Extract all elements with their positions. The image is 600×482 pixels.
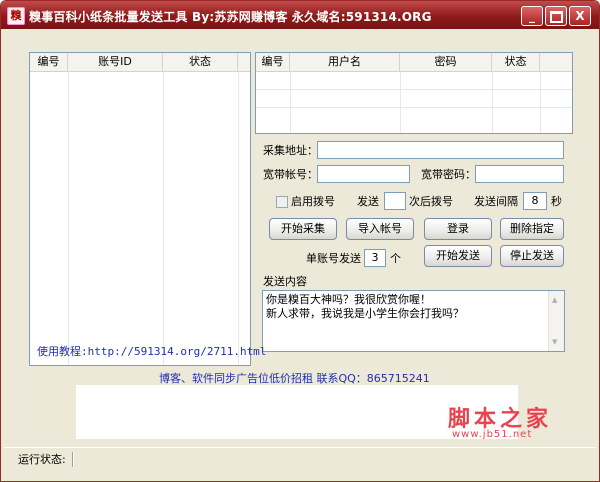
ad-promo-text: 博客、软件同步广告位低价招租 联系QQ：865715241 <box>159 372 430 385</box>
minimize-button[interactable]: _ <box>521 6 543 26</box>
account-id-list-body[interactable] <box>30 72 250 365</box>
tutorial-link[interactable]: 使用教程:http://591314.org/2711.html <box>37 343 266 359</box>
per-account-send-label: 单账号发送 <box>306 252 361 265</box>
send-interval-input[interactable]: 8 <box>523 192 547 210</box>
close-button[interactable]: X <box>569 6 591 26</box>
grid-line <box>256 107 572 108</box>
broadband-account-input[interactable] <box>317 165 410 183</box>
col-header-number[interactable]: 编号 <box>256 53 290 71</box>
send-content-label: 发送内容 <box>263 275 307 288</box>
window-title: 糗事百科小纸条批量发送工具 By:苏苏网赚博客 永久域名:591314.ORG <box>29 10 432 24</box>
grid-line <box>256 89 572 90</box>
maximize-icon <box>549 11 563 23</box>
enable-dial-checkbox[interactable] <box>276 196 288 208</box>
account-id-list-header: 编号 账号ID 状态 <box>30 53 250 72</box>
app-window: 糗 糗事百科小纸条批量发送工具 By:苏苏网赚博客 永久域名:591314.OR… <box>0 0 600 482</box>
broadband-account-label: 宽带帐号： <box>263 168 318 181</box>
scroll-up-icon[interactable]: ▲ <box>552 293 557 307</box>
send-interval-label: 发送间隔 <box>474 195 518 208</box>
col-header-filler <box>238 53 250 71</box>
user-account-list[interactable]: 编号 用户名 密码 状态 <box>255 52 573 134</box>
per-account-unit: 个 <box>390 252 401 265</box>
redial-after-label: 次后拨号 <box>409 195 453 208</box>
login-button[interactable]: 登录 <box>424 218 492 240</box>
send-content-textarea[interactable]: 你是糗百大神吗？我很欣赏你喔！ 新人求带，我说我是小学生你会打我吗？ ▲ ▼ <box>262 290 565 352</box>
grid-line <box>238 72 239 365</box>
grid-line <box>492 72 493 133</box>
per-account-send-input[interactable]: 3 <box>364 249 386 267</box>
scroll-down-icon[interactable]: ▼ <box>552 335 557 349</box>
grid-line <box>400 72 401 133</box>
grid-line <box>290 72 291 133</box>
collect-url-label: 采集地址： <box>263 144 318 157</box>
col-header-username[interactable]: 用户名 <box>290 53 400 71</box>
broadband-password-input[interactable] <box>475 165 564 183</box>
status-separator <box>72 452 74 467</box>
title-bar[interactable]: 糗 糗事百科小纸条批量发送工具 By:苏苏网赚博客 永久域名:591314.OR… <box>1 1 599 29</box>
grid-line <box>163 72 164 365</box>
col-header-number[interactable]: 编号 <box>30 53 68 71</box>
enable-dial-label[interactable]: 启用拨号 <box>291 194 335 210</box>
client-area: 编号 账号ID 状态 编号 用户名 密码 状态 采集地址： 宽带帐号： 宽带密码… <box>4 29 596 478</box>
app-logo-icon: 糗 <box>7 7 25 25</box>
broadband-password-label: 宽带密码： <box>421 168 476 181</box>
grid-line <box>68 72 69 365</box>
user-account-list-header: 编号 用户名 密码 状态 <box>256 53 572 72</box>
send-count-label: 发送 <box>357 195 379 208</box>
start-send-button[interactable]: 开始发送 <box>424 245 492 267</box>
user-account-list-body[interactable] <box>256 72 572 133</box>
col-header-account-id[interactable]: 账号ID <box>68 53 163 71</box>
col-header-status[interactable]: 状态 <box>163 53 238 71</box>
delete-selected-button[interactable]: 删除指定 <box>500 218 564 240</box>
seconds-label: 秒 <box>551 195 562 208</box>
send-content-line-2: 新人求带，我说我是小学生你会打我吗？ <box>266 307 464 320</box>
col-header-password[interactable]: 密码 <box>400 53 492 71</box>
maximize-button[interactable] <box>545 6 567 26</box>
status-bar: 运行状态: <box>4 447 596 470</box>
collect-url-input[interactable] <box>317 141 564 159</box>
stop-send-button[interactable]: 停止发送 <box>500 245 564 267</box>
import-accounts-button[interactable]: 导入帐号 <box>346 218 414 240</box>
textarea-scrollbar[interactable]: ▲ ▼ <box>548 291 564 351</box>
col-header-filler <box>540 53 572 71</box>
start-collect-button[interactable]: 开始采集 <box>269 218 337 240</box>
grid-line <box>540 72 541 133</box>
watermark-url: www.jb51.net <box>452 429 533 440</box>
send-count-input[interactable] <box>384 192 406 210</box>
send-content-line-1: 你是糗百大神吗？我很欣赏你喔！ <box>266 293 431 306</box>
col-header-status[interactable]: 状态 <box>492 53 540 71</box>
account-id-list[interactable]: 编号 账号ID 状态 <box>29 52 251 366</box>
run-status-label: 运行状态: <box>18 453 66 466</box>
